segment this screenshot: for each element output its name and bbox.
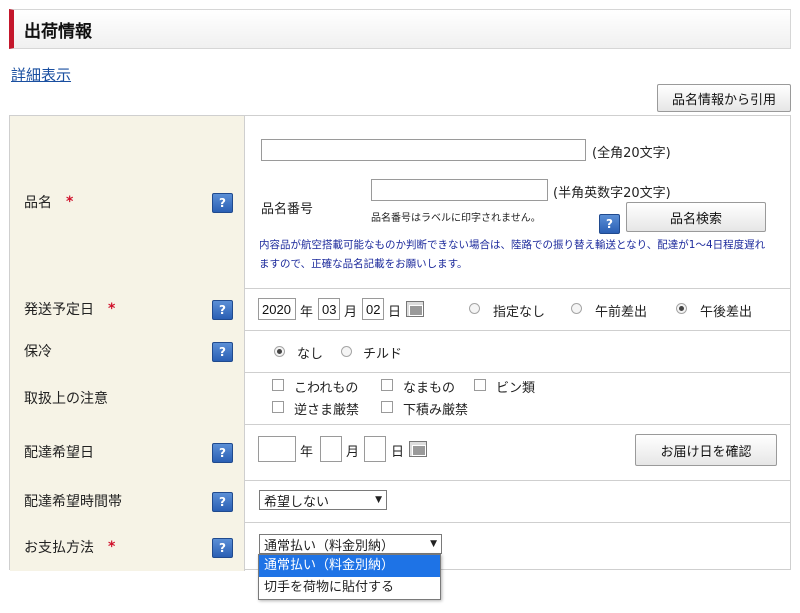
label-cell: 品名 * ? <box>10 116 245 288</box>
ship-year-input[interactable] <box>258 298 296 320</box>
label-cell: 発送予定日 * ? <box>10 288 245 330</box>
option-label: チルド <box>363 347 403 362</box>
option-label: こわれもの <box>294 381 359 396</box>
product-name-input[interactable] <box>261 139 586 161</box>
row-label: 取扱上の注意 <box>24 391 108 407</box>
help-icon[interactable]: ? <box>212 342 233 362</box>
value-cell: 年 月 日 指定なし 午前差出 午後差出 <box>245 288 790 330</box>
option-label: 逆さま厳禁 <box>294 403 360 418</box>
detail-link[interactable]: 詳細表示 <box>11 64 71 85</box>
row-label: 配達希望日 <box>24 445 94 461</box>
option-label: なし <box>297 347 324 362</box>
delivery-year-input[interactable] <box>258 436 296 462</box>
help-icon[interactable]: ? <box>212 443 233 463</box>
section-header: 出荷情報 <box>9 9 791 49</box>
checkbox-no-stacking[interactable] <box>381 401 393 413</box>
option-label: ビン類 <box>496 381 536 396</box>
checkbox-fragile[interactable] <box>272 379 284 391</box>
row-handling: 取扱上の注意 こわれもの なまもの ビン類 逆さま厳禁 下積み厳禁 <box>10 372 790 425</box>
required-mark: * <box>108 538 116 555</box>
day-unit: 日 <box>388 305 402 320</box>
day-unit: 日 <box>391 445 405 460</box>
value-cell: こわれもの なまもの ビン類 逆さま厳禁 下積み厳禁 <box>245 372 790 424</box>
option-label: 下積み厳禁 <box>403 403 469 418</box>
dropdown-option[interactable]: 切手を荷物に貼付する <box>259 577 440 599</box>
ship-day-input[interactable] <box>362 298 384 320</box>
label-cell: お支払方法 * ? <box>10 522 245 571</box>
value-cell: なし チルド <box>245 330 790 372</box>
required-mark: * <box>66 194 74 210</box>
dropdown-option[interactable]: 通常払い（料金別納） <box>259 555 440 577</box>
section-title: 出荷情報 <box>24 21 92 42</box>
month-unit: 月 <box>346 445 360 460</box>
product-search-button[interactable]: 品名検索 <box>626 202 766 232</box>
year-unit: 年 <box>300 305 314 320</box>
radio-chilled[interactable] <box>341 346 352 357</box>
row-label: お支払方法 <box>24 539 94 556</box>
row-delivery-date: 配達希望日 ? 年 月 日 お届け日を確認 <box>10 424 790 481</box>
value-cell: 希望しない ▼ <box>245 480 790 522</box>
cite-product-button[interactable]: 品名情報から引用 <box>657 84 791 112</box>
value-cell: (全角20文字) 品名番号 (半角英数字20文字) 品名番号はラベルに印字されま… <box>245 116 790 288</box>
label-cell: 配達希望時間帯 ? <box>10 480 245 522</box>
dropdown-arrow-icon: ▼ <box>430 539 437 549</box>
row-label: 配達希望時間帯 <box>24 494 122 510</box>
value-cell: 年 月 日 お届け日を確認 <box>245 424 790 480</box>
row-delivery-time: 配達希望時間帯 ? 希望しない ▼ <box>10 480 790 523</box>
product-code-hint: (半角英数字20文字) <box>553 186 671 201</box>
checkbox-bottles[interactable] <box>474 379 486 391</box>
help-icon[interactable]: ? <box>599 214 620 234</box>
dropdown-arrow-icon: ▼ <box>375 495 382 505</box>
required-mark: * <box>108 301 116 317</box>
product-name-hint: (全角20文字) <box>592 146 671 161</box>
calendar-icon[interactable] <box>409 441 427 457</box>
option-label: 午後差出 <box>700 305 753 320</box>
checkbox-perishable[interactable] <box>381 379 393 391</box>
product-code-note: 品名番号はラベルに印字されません。 <box>371 213 541 224</box>
help-icon[interactable]: ? <box>212 492 233 512</box>
delivery-day-input[interactable] <box>364 436 386 462</box>
radio-unspecified[interactable] <box>469 303 480 314</box>
payment-dropdown-list: 通常払い（料金別納） 切手を荷物に貼付する <box>258 554 441 600</box>
row-label: 保冷 <box>24 344 52 360</box>
confirm-delivery-button[interactable]: お届け日を確認 <box>635 434 777 466</box>
checkbox-this-side-up[interactable] <box>272 401 284 413</box>
radio-none[interactable] <box>274 346 285 357</box>
month-unit: 月 <box>344 305 358 320</box>
radio-morning[interactable] <box>571 303 582 314</box>
delivery-month-input[interactable] <box>320 436 342 462</box>
year-unit: 年 <box>300 445 314 460</box>
row-product: 品名 * ? (全角20文字) 品名番号 (半角英数字20文字) 品名番号はラベ… <box>10 116 790 289</box>
help-icon[interactable]: ? <box>212 300 233 320</box>
air-transport-notice: 内容品が航空搭載可能なものか判断できない場合は、陸路での振り替え輸送となり、配達… <box>259 239 766 270</box>
product-code-label: 品名番号 <box>261 202 314 217</box>
payment-select[interactable]: 通常払い（料金別納） ▼ <box>259 534 442 554</box>
label-cell: 保冷 ? <box>10 330 245 372</box>
radio-afternoon[interactable] <box>676 303 687 314</box>
ship-month-input[interactable] <box>318 298 340 320</box>
row-label: 品名 <box>24 195 52 211</box>
label-cell: 配達希望日 ? <box>10 424 245 480</box>
help-icon[interactable]: ? <box>212 193 233 213</box>
row-ship-date: 発送予定日 * ? 年 月 日 指定なし 午前差出 午後差出 <box>10 288 790 331</box>
product-code-input[interactable] <box>371 179 548 201</box>
calendar-icon[interactable] <box>406 301 424 317</box>
label-cell: 取扱上の注意 <box>10 372 245 424</box>
row-cool: 保冷 ? なし チルド <box>10 330 790 373</box>
option-label: 指定なし <box>493 305 546 320</box>
option-label: なまもの <box>403 381 456 396</box>
option-label: 午前差出 <box>595 305 648 320</box>
row-label: 発送予定日 <box>24 302 94 318</box>
shipping-form: 品名 * ? (全角20文字) 品名番号 (半角英数字20文字) 品名番号はラベ… <box>9 115 791 571</box>
help-icon[interactable]: ? <box>212 537 233 558</box>
delivery-time-select[interactable]: 希望しない ▼ <box>259 490 387 510</box>
